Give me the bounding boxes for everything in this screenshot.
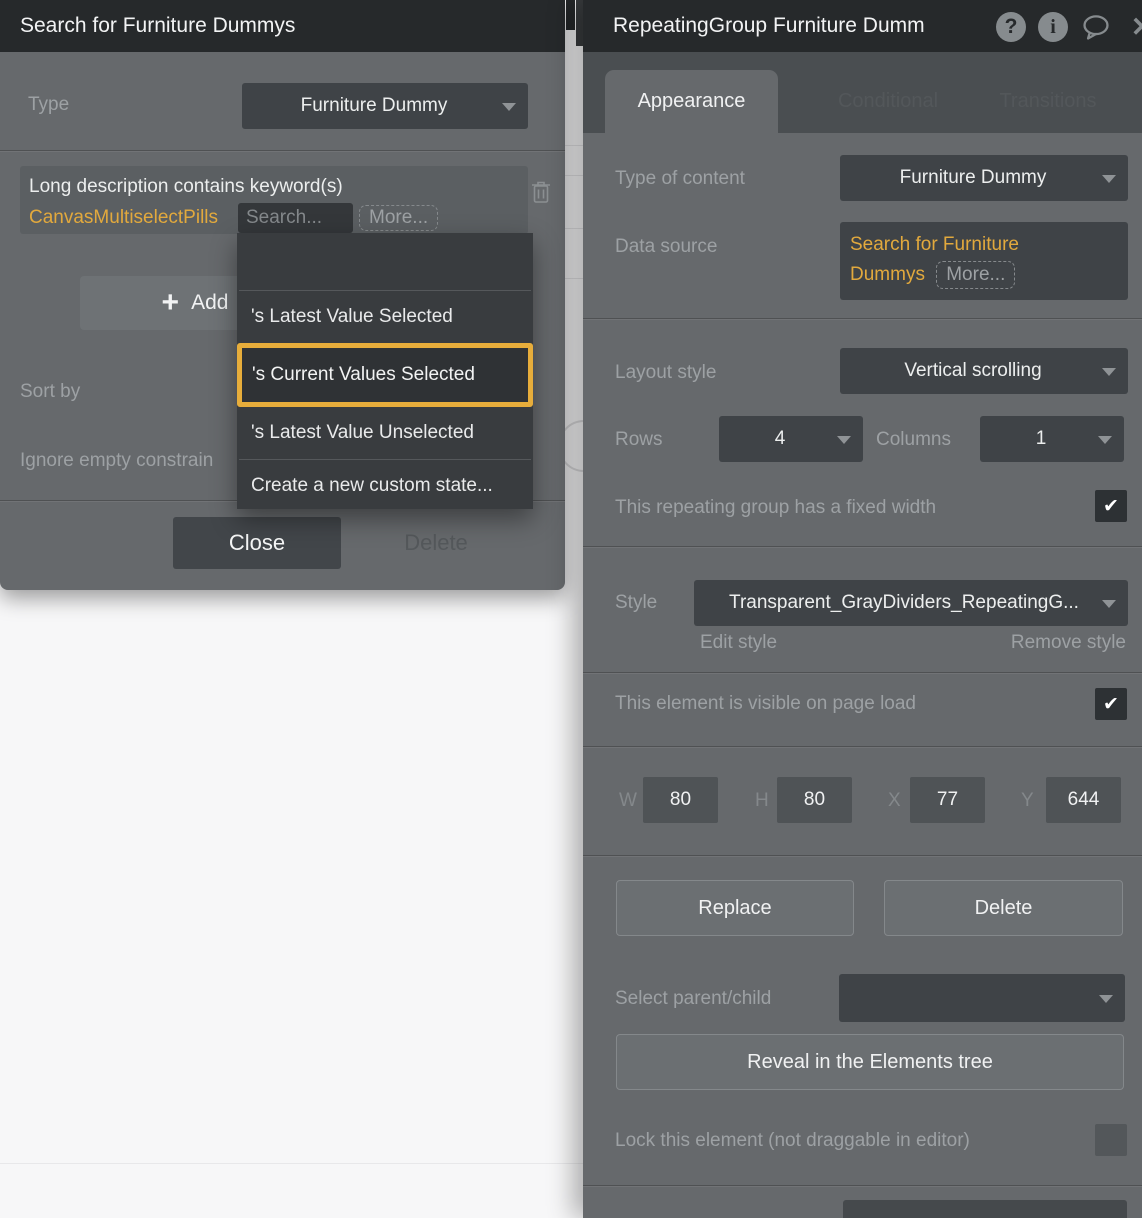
state-menu-item[interactable]: 's Latest Value Selected [237,291,533,343]
search-popup-header: Search for Furniture Dummys [0,0,565,52]
add-constraint-label: Add [191,291,228,315]
type-of-content-label: Type of content [615,168,745,190]
style-value: Transparent_GrayDividers_RepeatingG... [723,592,1099,614]
panel-divider-6 [583,1185,1142,1187]
state-menu-empty-item[interactable] [237,233,533,290]
remove-style-link[interactable]: Remove style [1011,632,1126,654]
style-label: Style [615,592,657,614]
close-icon[interactable] [1127,12,1142,42]
partial-dropdown[interactable] [843,1200,1127,1218]
rows-value: 4 [775,428,808,450]
lock-checkbox[interactable] [1095,1124,1127,1156]
type-dropdown[interactable]: Furniture Dummy [242,83,528,129]
caret-down-icon [1102,600,1116,608]
close-button[interactable]: Close [173,517,341,569]
y-input[interactable]: 644 [1046,777,1121,823]
caret-down-icon [1102,368,1116,376]
columns-dropdown[interactable]: 1 [980,416,1124,462]
canvas-divider [0,1163,583,1164]
columns-value: 1 [1036,428,1069,450]
columns-label: Columns [876,429,951,451]
caret-down-icon [1099,995,1113,1003]
reveal-button[interactable]: Reveal in the Elements tree [616,1034,1124,1090]
tab-appearance[interactable]: Appearance [605,70,778,133]
canvas-element-fragment [566,0,575,30]
popup-delete-button: Delete [380,530,492,556]
popup-divider-1 [0,150,565,152]
caret-down-icon [502,103,516,111]
tab-conditional[interactable]: Conditional [813,70,963,133]
data-source-more-badge[interactable]: More... [936,261,1015,289]
property-editor-title: RepeatingGroup Furniture Dumm [613,0,925,52]
x-input[interactable]: 77 [910,777,985,823]
style-dropdown[interactable]: Transparent_GrayDividers_RepeatingG... [694,580,1128,626]
search-popup: Search for Furniture Dummys Type Furnitu… [0,0,565,590]
caret-down-icon [837,436,851,444]
type-of-content-dropdown[interactable]: Furniture Dummy [840,155,1128,201]
constraint-card[interactable]: Long description contains keyword(s) Can… [20,166,528,234]
data-source-label: Data source [615,236,717,258]
caret-down-icon [1098,436,1112,444]
plus-icon [162,288,180,318]
more-badge[interactable]: More... [359,205,438,231]
select-parent-label: Select parent/child [615,988,771,1010]
w-label: W [619,790,637,812]
tab-bar: Appearance Conditional Transitions [583,52,1142,133]
h-label: H [755,790,769,812]
fixed-width-checkbox[interactable] [1095,490,1127,522]
info-icon[interactable] [1038,12,1068,42]
y-label: Y [1021,790,1034,812]
ignore-empty-label: Ignore empty constrain [20,450,213,472]
type-dropdown-value: Furniture Dummy [301,95,470,117]
x-label: X [888,790,901,812]
search-popup-title: Search for Furniture Dummys [20,0,295,52]
state-menu-item-highlighted[interactable]: 's Current Values Selected [237,343,533,407]
element-delete-button[interactable]: Delete [884,880,1123,936]
layout-style-dropdown[interactable]: Vertical scrolling [840,348,1128,394]
w-input[interactable]: 80 [643,777,718,823]
fixed-width-label: This repeating group has a fixed width [615,497,936,519]
caret-down-icon [1102,175,1116,183]
sort-by-label: Sort by [20,381,80,403]
rows-dropdown[interactable]: 4 [719,416,863,462]
type-of-content-value: Furniture Dummy [900,167,1069,189]
panel-divider-2 [583,546,1142,548]
comment-icon[interactable] [1081,12,1111,42]
state-menu: 's Latest Value Selected 's Current Valu… [237,233,533,509]
select-parent-dropdown[interactable] [839,974,1125,1022]
type-label: Type [28,94,69,116]
constraint-search-input[interactable] [238,203,353,233]
visible-label: This element is visible on page load [615,693,916,715]
visible-checkbox[interactable] [1095,688,1127,720]
help-icon[interactable] [996,12,1026,42]
panel-divider-5 [583,855,1142,857]
layout-style-label: Layout style [615,362,716,384]
layout-style-value: Vertical scrolling [904,360,1063,382]
h-input[interactable]: 80 [777,777,852,823]
canvas-element-fragment-2 [576,0,583,46]
panel-divider-4 [583,746,1142,748]
panel-divider-3 [583,672,1142,674]
panel-divider-1 [583,318,1142,320]
constraint-key-text[interactable]: CanvasMultiselectPills [29,207,218,229]
state-menu-item[interactable]: Create a new custom state... [237,460,533,512]
state-menu-item[interactable]: 's Latest Value Unselected [237,407,533,459]
property-editor-header: RepeatingGroup Furniture Dumm [583,0,1142,52]
lock-label: Lock this element (not draggable in edit… [615,1130,970,1152]
trash-icon[interactable] [531,180,551,204]
replace-button[interactable]: Replace [616,880,854,936]
property-editor: RepeatingGroup Furniture Dumm Appearance… [583,0,1142,1218]
edit-style-link[interactable]: Edit style [700,632,777,654]
constraint-field-text[interactable]: Long description contains keyword(s) [29,176,343,198]
rows-label: Rows [615,429,663,451]
tab-transitions[interactable]: Transitions [973,70,1123,133]
data-source-box[interactable]: Search for Furniture Dummys More... [840,222,1128,300]
